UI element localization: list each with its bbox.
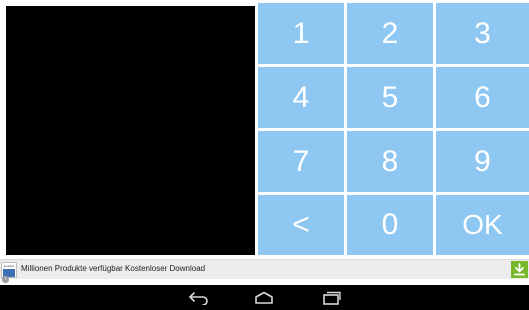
recent-apps-button[interactable]: [318, 289, 344, 307]
recent-apps-icon: [323, 291, 341, 305]
camera-preview: [6, 6, 255, 255]
back-icon: [189, 292, 208, 305]
numeric-keypad: 1 2 3 4 5 6 7 8 9 < 0 OK: [258, 3, 529, 257]
key-2[interactable]: 2: [347, 3, 433, 64]
key-4[interactable]: 4: [258, 67, 344, 128]
home-icon: [255, 291, 273, 304]
key-6[interactable]: 6: [436, 67, 529, 128]
ad-logo-text: amazon: [3, 264, 15, 268]
download-button[interactable]: [511, 261, 528, 278]
download-arrow-icon: [514, 263, 525, 276]
navigation-bar: [0, 285, 529, 310]
ad-banner[interactable]: amazon Millionen Produkte verfügbar Kost…: [0, 259, 529, 279]
key-8[interactable]: 8: [347, 131, 433, 192]
back-button[interactable]: [186, 289, 212, 307]
key-1[interactable]: 1: [258, 3, 344, 64]
key-5[interactable]: 5: [347, 67, 433, 128]
backspace-key[interactable]: <: [258, 195, 344, 255]
home-button[interactable]: [251, 289, 277, 307]
key-3[interactable]: 3: [436, 3, 529, 64]
ok-key[interactable]: OK: [436, 195, 529, 255]
key-0[interactable]: 0: [347, 195, 433, 255]
ad-text[interactable]: Millionen Produkte verfügbar Kostenloser…: [21, 263, 205, 275]
info-icon[interactable]: i: [2, 276, 9, 283]
keypad-screen: 1 2 3 4 5 6 7 8 9 < 0 OK amazon Millione…: [0, 0, 529, 310]
key-9[interactable]: 9: [436, 131, 529, 192]
key-7[interactable]: 7: [258, 131, 344, 192]
